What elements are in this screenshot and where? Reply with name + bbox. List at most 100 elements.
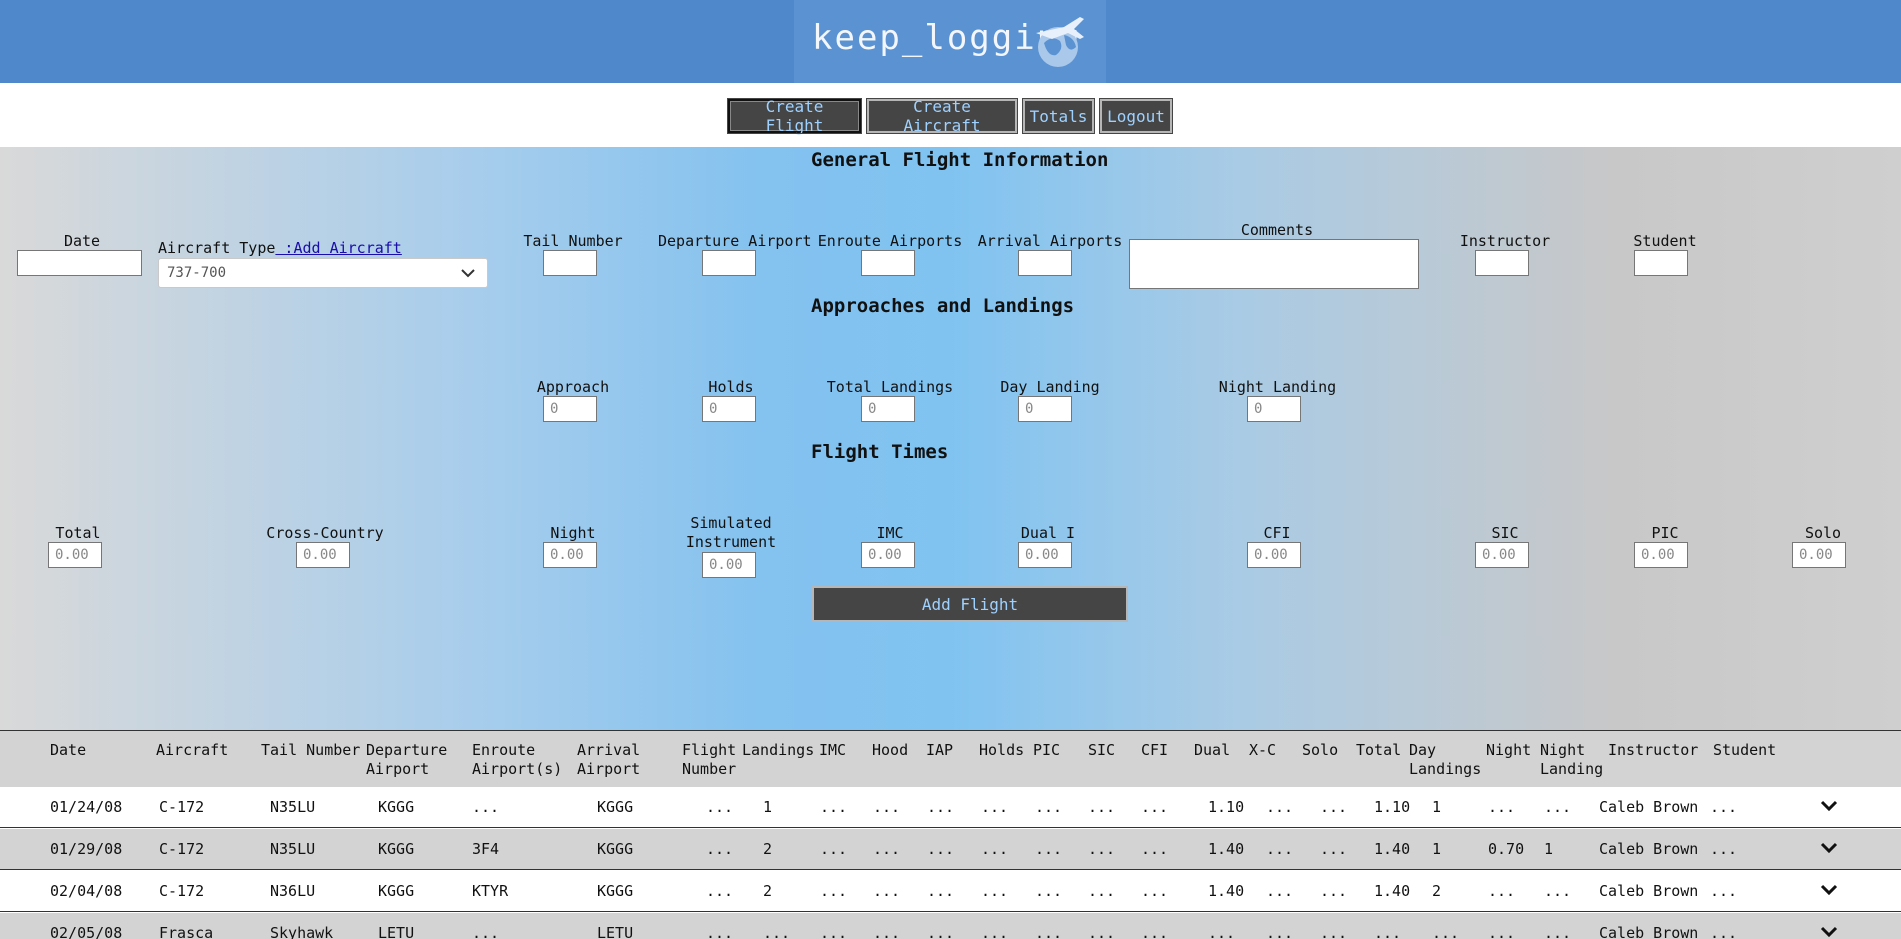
col-student: Student	[1713, 741, 1777, 759]
day-landing-input[interactable]	[1018, 396, 1072, 422]
solo-input[interactable]	[1792, 542, 1846, 568]
add-aircraft-link[interactable]: :Add Aircraft	[275, 239, 401, 257]
pic-input[interactable]	[1634, 542, 1688, 568]
night-label: Night	[550, 524, 596, 542]
cell-tail-number: N35LU	[270, 798, 316, 816]
date-input[interactable]	[17, 250, 142, 276]
comments-textarea[interactable]	[1129, 239, 1419, 289]
cell-x-c: ...	[1266, 798, 1294, 816]
cell-total: 1.40	[1374, 840, 1411, 858]
cell-arrival: KGGG	[597, 840, 634, 858]
table-row[interactable]: 01/24/08 C-172 N35LU KGGG... KGGG... 1.......…	[0, 787, 1901, 828]
cell-night-landing: ...	[1544, 924, 1572, 939]
cell-solo: ...	[1320, 882, 1348, 900]
expand-chevron-icon[interactable]	[1820, 926, 1838, 938]
table-row[interactable]: 02/05/08 Frasca Skyhawk LETU... LETU........…	[0, 913, 1901, 939]
simulated-instrument-input[interactable]	[702, 552, 756, 578]
approach-label: Approach	[536, 378, 610, 396]
cell-night: ...	[1488, 924, 1516, 939]
cell-imc: ...	[820, 882, 848, 900]
cell-enroute: KTYR	[472, 882, 509, 900]
dual-label: Dual I	[1020, 524, 1076, 542]
night-landing-label: Night Landing	[1218, 378, 1337, 396]
cell-date: 01/29/08	[50, 840, 123, 858]
table-row[interactable]: 02/04/08 C-172 N36LU KGGG KTYR KGGG... 2......…	[0, 871, 1901, 912]
pic-label: PIC	[1651, 524, 1679, 542]
total-input[interactable]	[48, 542, 102, 568]
cell-imc: ...	[820, 924, 848, 939]
cell-dual: 1.40	[1208, 882, 1245, 900]
cell-day-landings: 1	[1432, 840, 1442, 858]
table-row[interactable]: 01/29/08 C-172 N35LU KGGG 3F4 KGGG... 2.......…	[0, 829, 1901, 870]
cell-cfi: ...	[1141, 882, 1169, 900]
night-landing-input[interactable]	[1247, 396, 1301, 422]
cell-iap: ...	[927, 924, 955, 939]
create-flight-button[interactable]: Create Flight	[727, 97, 862, 135]
col-flight-number: Flight Number	[682, 741, 737, 778]
cell-solo: ...	[1320, 798, 1348, 816]
cell-departure: LETU	[378, 924, 415, 939]
cross-country-input[interactable]	[296, 542, 350, 568]
logo[interactable]: keep_logging	[794, 0, 1106, 83]
cfi-input[interactable]	[1247, 542, 1301, 568]
cell-solo: ...	[1320, 924, 1348, 939]
cell-tail-number: Skyhawk	[270, 924, 334, 939]
tail-number-label: Tail Number	[523, 232, 623, 250]
cell-student: ...	[1710, 840, 1738, 858]
cell-tail-number: N35LU	[270, 840, 316, 858]
cell-pic: ...	[1035, 798, 1063, 816]
cell-flight-number: ...	[706, 924, 734, 939]
imc-input[interactable]	[861, 542, 915, 568]
aircraft-type-value: 737-700	[167, 265, 227, 281]
comments-label: Comments	[1240, 221, 1314, 239]
arrival-airports-input[interactable]	[1018, 250, 1072, 276]
expand-chevron-icon[interactable]	[1820, 842, 1838, 854]
cell-night-landing: ...	[1544, 798, 1572, 816]
cell-holds: ...	[981, 798, 1009, 816]
cell-departure: KGGG	[378, 798, 415, 816]
aircraft-type-label: Aircraft Type :Add Aircraft	[158, 239, 402, 257]
cell-cfi: ...	[1141, 840, 1169, 858]
instructor-input[interactable]	[1475, 250, 1529, 276]
cell-flight-number: ...	[706, 798, 734, 816]
approaches-landings-title: Approaches and Landings	[811, 295, 1075, 317]
cell-date: 02/05/08	[50, 924, 123, 939]
dual-input[interactable]	[1018, 542, 1072, 568]
cell-x-c: ...	[1266, 882, 1294, 900]
departure-airport-input[interactable]	[702, 250, 756, 276]
create-aircraft-button[interactable]: Create Aircraft	[866, 97, 1018, 135]
sic-input[interactable]	[1475, 542, 1529, 568]
holds-input[interactable]	[702, 396, 756, 422]
expand-chevron-icon[interactable]	[1820, 800, 1838, 812]
total-landings-label: Total Landings	[826, 378, 954, 396]
total-landings-input[interactable]	[861, 396, 915, 422]
cell-departure: KGGG	[378, 840, 415, 858]
day-landing-label: Day Landing	[1000, 378, 1100, 396]
enroute-airports-input[interactable]	[861, 250, 915, 276]
cell-day-landings: 2	[1432, 882, 1442, 900]
logout-button[interactable]: Logout	[1099, 98, 1173, 134]
cell-imc: ...	[820, 798, 848, 816]
student-input[interactable]	[1634, 250, 1688, 276]
add-flight-button[interactable]: Add Flight	[812, 586, 1128, 622]
totals-button[interactable]: Totals	[1022, 98, 1095, 134]
flight-log-table: Date Aircraft Tail Number Departure Airp…	[0, 730, 1901, 939]
expand-chevron-icon[interactable]	[1820, 884, 1838, 896]
night-input[interactable]	[543, 542, 597, 568]
cell-cfi: ...	[1141, 924, 1169, 939]
col-night-landing: Night Landing	[1540, 741, 1604, 778]
cell-student: ...	[1710, 798, 1738, 816]
cell-sic: ...	[1088, 882, 1116, 900]
aircraft-type-select[interactable]: 737-700	[158, 258, 488, 288]
cell-pic: ...	[1035, 840, 1063, 858]
total-label: Total	[55, 524, 101, 542]
col-night: Night	[1486, 741, 1532, 759]
cell-x-c: ...	[1266, 840, 1294, 858]
approach-input[interactable]	[543, 396, 597, 422]
flight-times-title: Flight Times	[811, 441, 949, 463]
cell-total: 1.40	[1374, 882, 1411, 900]
cell-date: 02/04/08	[50, 882, 123, 900]
tail-number-input[interactable]	[543, 250, 597, 276]
cell-holds: ...	[981, 924, 1009, 939]
cell-enroute: ...	[472, 924, 500, 939]
